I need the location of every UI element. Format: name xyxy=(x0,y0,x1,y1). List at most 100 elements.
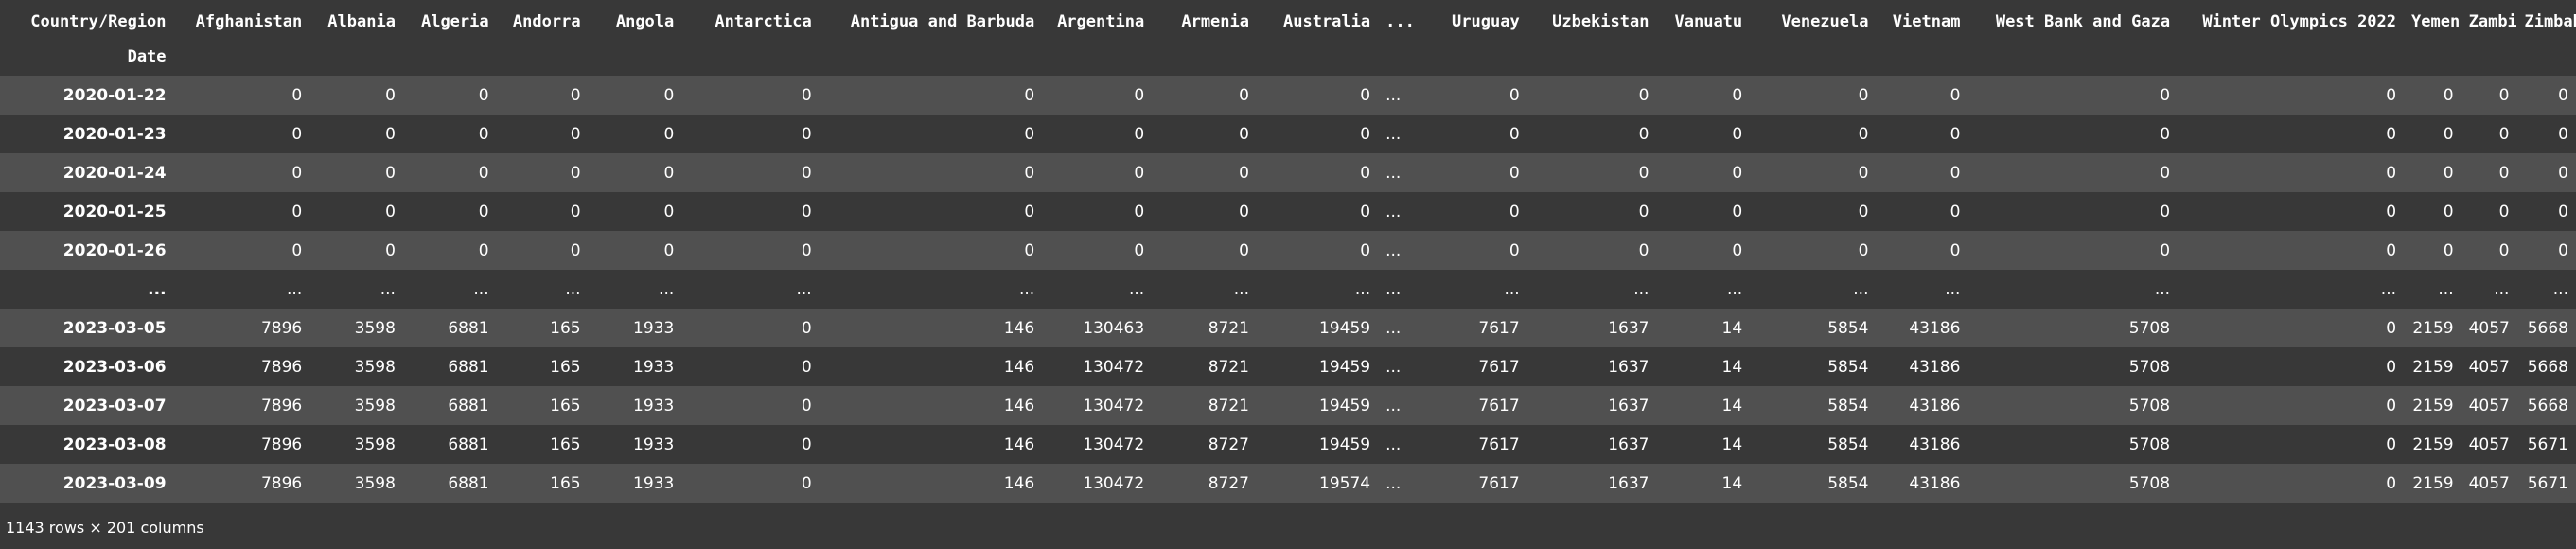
header-row-index: Date xyxy=(0,38,2576,76)
column-header: Winter Olympics 2022 xyxy=(2178,6,2405,38)
table-cell: 165 xyxy=(550,396,581,416)
table-cell: 0 xyxy=(291,202,303,221)
table-cell: 0 xyxy=(385,163,396,183)
table-cell: 0 xyxy=(1360,202,1371,221)
table-cell: 0 xyxy=(1239,85,1249,105)
table-cell: 5854 xyxy=(1827,473,1869,493)
index-header-spacer xyxy=(681,38,820,76)
table-cell: ... xyxy=(1128,279,1145,299)
table-cell: 0 xyxy=(1024,124,1035,144)
table-cell: 4057 xyxy=(2468,473,2510,493)
table-cell: 130463 xyxy=(1083,318,1145,338)
table-cell: 0 xyxy=(1509,240,1520,260)
table-cell: 5708 xyxy=(2128,357,2171,377)
table-cell: 2159 xyxy=(2412,434,2454,454)
table-cell: 8721 xyxy=(1208,357,1249,377)
table-cell: 0 xyxy=(2386,124,2397,144)
table-cell: 7617 xyxy=(1478,434,1520,454)
table-cell: ... xyxy=(2494,279,2510,299)
column-header: Vanuatu xyxy=(1656,6,1751,38)
table-cell: 0 xyxy=(2386,240,2397,260)
table-cell: ... xyxy=(1853,279,1869,299)
row-index-date: ... xyxy=(148,279,167,299)
table-cell: 0 xyxy=(2160,202,2171,221)
table-cell: 165 xyxy=(550,318,581,338)
table-cell: ... xyxy=(2552,279,2568,299)
table-cell: 0 xyxy=(1134,124,1145,144)
table-cell: 0 xyxy=(1134,163,1145,183)
table-cell: 2159 xyxy=(2412,473,2454,493)
table-cell: 0 xyxy=(1134,85,1145,105)
table-cell: ... xyxy=(1726,279,1743,299)
table-cell: 7896 xyxy=(260,473,303,493)
table-cell: 0 xyxy=(1638,240,1650,260)
table-cell: 8727 xyxy=(1208,434,1249,454)
table-cell: 7617 xyxy=(1478,473,1520,493)
table-cell: 165 xyxy=(550,357,581,377)
table-cell: 0 xyxy=(1638,202,1650,221)
table-cell: 7896 xyxy=(260,357,303,377)
table-cell: 0 xyxy=(2386,318,2397,338)
table-cell: 0 xyxy=(1732,85,1743,105)
table-cell: 7617 xyxy=(1478,396,1520,416)
table-row: 2023-03-07 7896 3598 6881 165 1933 0 146 130472 8… xyxy=(0,386,2576,425)
table-shape-footer: 1143 rows × 201 columns xyxy=(6,519,204,537)
table-cell: 19459 xyxy=(1319,434,1371,454)
table-cell: 0 xyxy=(2160,240,2171,260)
table-cell: ... xyxy=(2380,279,2397,299)
table-cell: 7896 xyxy=(260,434,303,454)
table-body: 2020-01-22 0 0 0 0 0 0 0 0 0 0... 0 0 0 0 0 0 0 0 0 0 2020-01… xyxy=(0,76,2576,503)
table-cell: 0 xyxy=(2443,202,2454,221)
table-cell: 43186 xyxy=(1909,357,1961,377)
table-cell: 0 xyxy=(801,85,812,105)
index-header-spacer xyxy=(819,38,1043,76)
table-cell: 5854 xyxy=(1827,357,1869,377)
table-cell: 0 xyxy=(385,85,396,105)
table-cell: 165 xyxy=(550,473,581,493)
table-cell: 8721 xyxy=(1208,396,1249,416)
table-cell: 1637 xyxy=(1608,396,1650,416)
table-cell: 1637 xyxy=(1608,357,1650,377)
table-cell: 2159 xyxy=(2412,318,2454,338)
table-cell: 0 xyxy=(663,163,675,183)
table-cell: 0 xyxy=(1732,240,1743,260)
table-cell: 0 xyxy=(1024,202,1035,221)
table-cell: 5668 xyxy=(2527,357,2568,377)
column-header: West Bank and Gaza xyxy=(1967,6,2179,38)
table-cell: ... xyxy=(1385,279,1402,299)
table-cell: 0 xyxy=(570,85,581,105)
table-cell: 0 xyxy=(1360,240,1371,260)
table-cell: 0 xyxy=(2558,85,2568,105)
column-header: Uzbekistan xyxy=(1526,6,1657,38)
table-cell: 0 xyxy=(1360,163,1371,183)
table-cell: 1933 xyxy=(633,434,675,454)
table-cell: 0 xyxy=(1509,124,1520,144)
table-cell: ... xyxy=(1385,396,1402,416)
table-cell: 0 xyxy=(1360,85,1371,105)
table-cell: 0 xyxy=(570,163,581,183)
dataframe-table: Country/Region Afghanistan Albania Algeria… xyxy=(0,6,2576,503)
table-cell: 0 xyxy=(2558,202,2568,221)
table-cell: 6881 xyxy=(448,318,489,338)
table-cell: 0 xyxy=(801,434,812,454)
row-index-date: 2020-01-23 xyxy=(62,124,167,144)
index-header-spacer xyxy=(402,38,497,76)
table-cell: 3598 xyxy=(354,434,396,454)
table-cell: 7617 xyxy=(1478,318,1520,338)
table-cell: 0 xyxy=(1858,163,1869,183)
table-cell: 130472 xyxy=(1083,396,1145,416)
table-cell: ... xyxy=(1385,318,1402,338)
table-cell: 130472 xyxy=(1083,473,1145,493)
table-cell: 0 xyxy=(2498,202,2510,221)
table-cell: 4057 xyxy=(2468,318,2510,338)
table-cell: 0 xyxy=(1950,163,1961,183)
table-row: 2020-01-22 0 0 0 0 0 0 0 0 0 0... 0 0 0 0 0 0 0 0 0 0 xyxy=(0,76,2576,115)
table-cell: 5668 xyxy=(2527,396,2568,416)
table-cell: 130472 xyxy=(1083,357,1145,377)
table-cell: 3598 xyxy=(354,318,396,338)
table-cell: 0 xyxy=(801,240,812,260)
table-cell: 0 xyxy=(2386,473,2397,493)
table-row: 2023-03-06 7896 3598 6881 165 1933 0 146 130472 8… xyxy=(0,347,2576,386)
column-header: Zimbabwe xyxy=(2516,6,2576,38)
table-cell: 0 xyxy=(570,202,581,221)
